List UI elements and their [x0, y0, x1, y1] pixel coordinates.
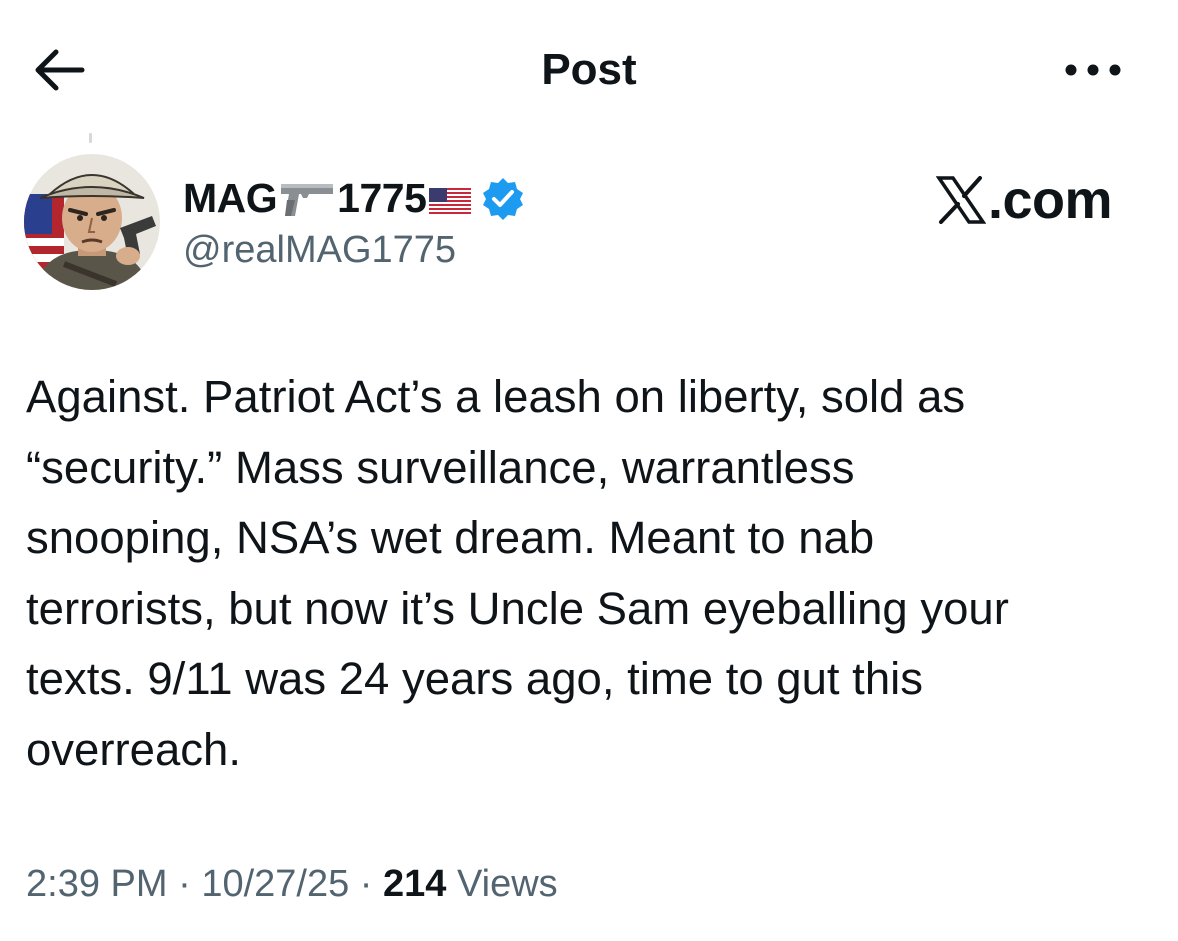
avatar-illustration	[24, 154, 160, 290]
tweet-time[interactable]: 2:39 PM	[26, 863, 168, 905]
avatar[interactable]	[24, 154, 160, 290]
author-handle[interactable]: @realMAG1775	[183, 224, 456, 276]
tweet-meta: 2:39 PM · 10/27/25 · 214 Views	[26, 858, 558, 910]
watermark-text: .com	[988, 170, 1113, 230]
meta-separator: ·	[167, 863, 202, 905]
tweet-date[interactable]: 10/27/25	[201, 863, 349, 905]
top-bar: Post	[0, 0, 1178, 140]
watermark: .com	[936, 170, 1113, 230]
views-count[interactable]: 214	[383, 863, 446, 905]
tweet-text: Against. Patriot Act’s a leash on libert…	[26, 371, 1009, 775]
verified-badge-icon	[483, 178, 524, 220]
more-horizontal-icon[interactable]	[1060, 50, 1126, 90]
page-title: Post	[541, 45, 637, 94]
us-flag-icon	[429, 188, 472, 214]
display-name-prefix[interactable]: MAG	[183, 174, 278, 222]
x-logo-icon	[936, 176, 986, 224]
meta-separator: ·	[349, 863, 384, 905]
views-label[interactable]: Views	[446, 863, 558, 905]
divider-mark	[89, 133, 92, 143]
author-name-row[interactable]: MAG 1775	[183, 172, 525, 224]
pistol-icon	[281, 184, 334, 216]
display-name-suffix[interactable]: 1775	[337, 174, 427, 222]
